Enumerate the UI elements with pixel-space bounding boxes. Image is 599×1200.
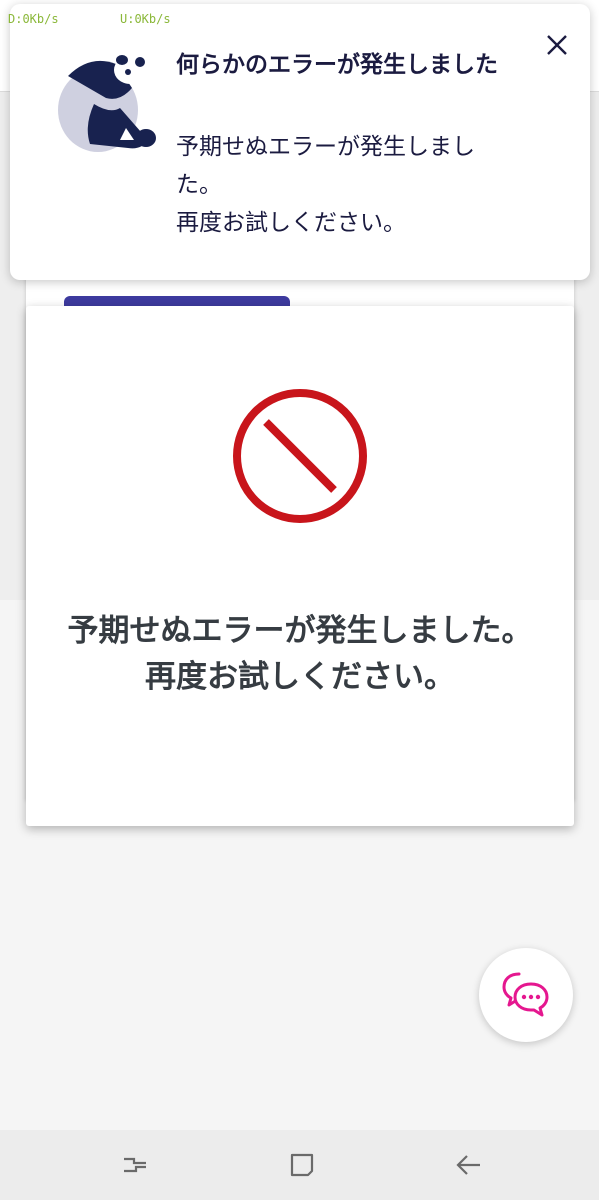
error-toast: 何らかのエラーが発生しました 予期せぬエラーが発生しました。 再度お試しください… — [10, 4, 590, 280]
toast-message: 予期せぬエラーが発生しました。 再度お試しください。 — [176, 128, 516, 242]
screen: D:0Kb/s U:0Kb/s 何らかのエラーが発生しました 予期せぬエラーが発… — [0, 0, 599, 1200]
toast-message-line2: 再度お試しください。 — [176, 210, 406, 236]
toast-message-line1: 予期せぬエラーが発生しました。 — [176, 134, 475, 198]
recent-apps-icon[interactable] — [120, 1150, 150, 1180]
home-icon[interactable] — [287, 1150, 317, 1180]
dialog-message-line1: 予期せぬエラーが発生しました。 — [67, 613, 533, 649]
dialog-message-line2: 再度お試しください。 — [145, 659, 455, 695]
download-speed: D:0Kb/s — [8, 12, 59, 26]
chat-bubbles-icon — [502, 972, 549, 1017]
close-icon[interactable] — [544, 32, 570, 58]
back-icon[interactable] — [454, 1150, 484, 1180]
error-dialog: 予期せぬエラーが発生しました。 再度お試しください。 — [26, 306, 574, 826]
prohibited-icon — [230, 386, 370, 526]
system-nav-bar — [0, 1130, 599, 1200]
sad-panda-icon — [50, 48, 160, 158]
chat-button[interactable] — [479, 948, 573, 1042]
upload-speed: U:0Kb/s — [120, 12, 171, 26]
toast-title: 何らかのエラーが発生しました — [176, 52, 498, 78]
dialog-message: 予期せぬエラーが発生しました。 再度お試しください。 — [46, 608, 554, 700]
